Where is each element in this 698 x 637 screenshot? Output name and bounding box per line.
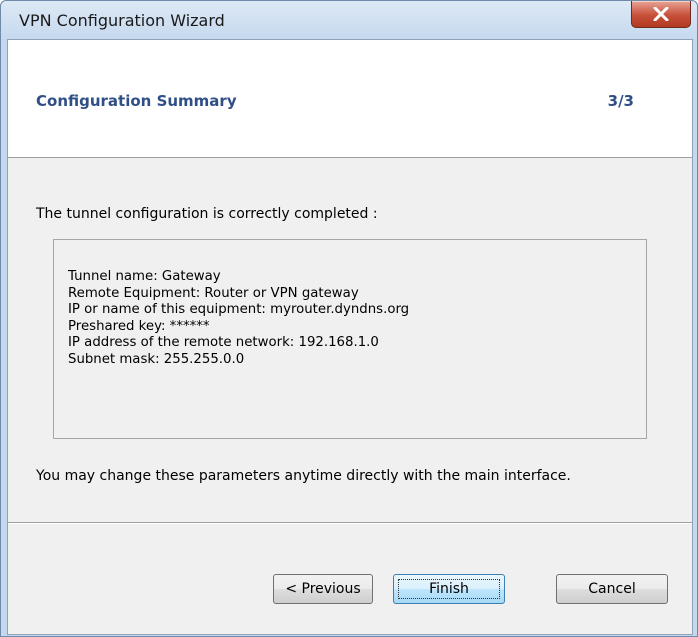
cancel-button[interactable]: Cancel [556, 574, 668, 604]
finish-button[interactable]: Finish [393, 574, 505, 604]
info-note: You may change these parameters anytime … [36, 468, 571, 484]
intro-text: The tunnel configuration is correctly co… [36, 206, 378, 222]
page-title: Configuration Summary [36, 92, 237, 110]
footer-separator [8, 522, 692, 524]
close-button[interactable] [631, 1, 691, 28]
summary-line-remote-network: IP address of the remote network: 192.16… [68, 335, 379, 350]
previous-button[interactable]: < Previous [273, 574, 373, 604]
wizard-client-area: Configuration Summary 3/3 The tunnel con… [7, 39, 693, 635]
step-indicator: 3/3 [607, 92, 634, 110]
close-icon [653, 7, 669, 21]
summary-line-subnet-mask: Subnet mask: 255.255.0.0 [68, 351, 245, 367]
summary-box: Tunnel name: Gateway Remote Equipment: R… [53, 239, 647, 439]
window-title: VPN Configuration Wizard [19, 11, 225, 30]
summary-line-remote-equipment: Remote Equipment: Router or VPN gateway [68, 285, 359, 301]
wizard-window: VPN Configuration Wizard Configuration S… [0, 0, 698, 637]
title-bar[interactable]: VPN Configuration Wizard [1, 1, 697, 39]
summary-line-preshared-key: Preshared key: ****** [68, 318, 210, 334]
summary-lines: Tunnel name: Gateway Remote Equipment: R… [68, 269, 409, 368]
wizard-header: Configuration Summary 3/3 [8, 40, 692, 158]
focus-rectangle [398, 579, 500, 599]
summary-line-tunnel-name: Tunnel name: Gateway [68, 269, 221, 284]
summary-line-equipment-address: IP or name of this equipment: myrouter.d… [68, 302, 410, 317]
